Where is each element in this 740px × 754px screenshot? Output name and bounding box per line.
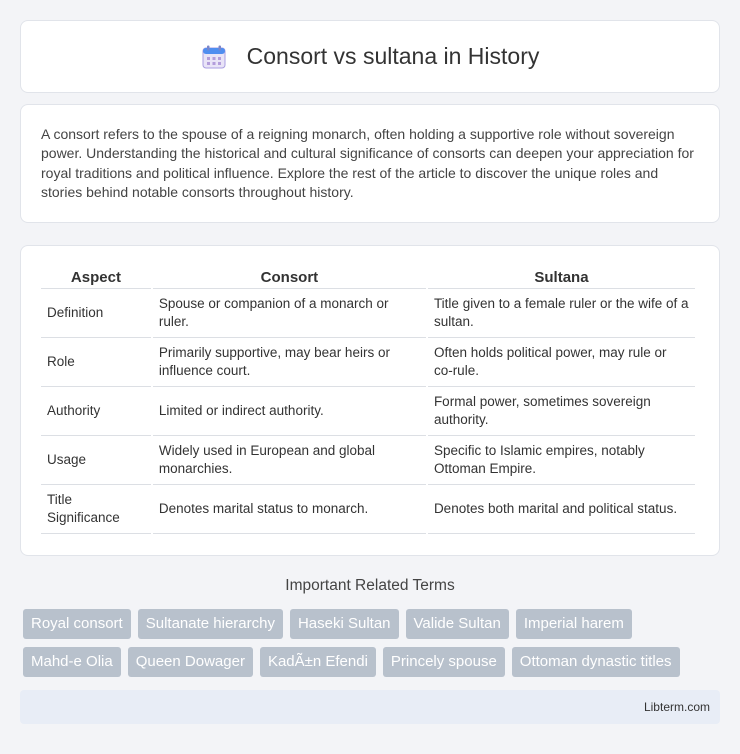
tag-link[interactable]: Haseki Sultan [289,609,399,639]
tag-link[interactable]: Sultanate hierarchy [137,609,283,639]
header-aspect: Aspect [41,264,151,289]
tag-link[interactable]: Queen Dowager [127,647,253,677]
table-cell: Spouse or companion of a monarch or rule… [152,289,426,338]
related-terms-title: Important Related Terms [285,577,455,594]
table-row: Usage Widely used in European and global… [41,436,695,485]
calendar-icon [202,45,226,68]
tag-link[interactable]: Princely spouse [382,647,505,677]
comparison-card: Aspect Consort Sultana Definition Spouse… [20,245,720,556]
footer: Libterm.com [20,690,720,724]
table-row: Definition Spouse or companion of a mona… [41,289,695,338]
header-consort: Consort [152,264,426,289]
table-cell: Limited or indirect authority. [152,387,426,436]
tag-link[interactable]: Royal consort [23,609,131,639]
table-cell: Usage [41,436,151,485]
tag-row: Mahd-e Olia Queen Dowager KadÃ±n Efendi … [23,647,723,677]
table-header-row: Aspect Consort Sultana [41,264,695,289]
title-card: Consort vs sultana in History [20,20,720,93]
table-cell: Primarily supportive, may bear heirs or … [152,338,426,387]
comparison-table: Aspect Consort Sultana Definition Spouse… [39,264,697,534]
tag-link[interactable]: Ottoman dynastic titles [511,647,680,677]
header-sultana: Sultana [427,264,695,289]
tag-link[interactable]: Mahd-e Olia [23,647,121,677]
table-cell: Definition [41,289,151,338]
page-title: Consort vs sultana in History [246,43,540,69]
intro-text: A consort refers to the spouse of a reig… [41,126,694,201]
table-cell: Widely used in European and global monar… [152,436,426,485]
table-cell: Role [41,338,151,387]
table-cell: Authority [41,387,151,436]
table-row: Authority Limited or indirect authority.… [41,387,695,436]
table-cell: Title given to a female ruler or the wif… [427,289,695,338]
intro-card: A consort refers to the spouse of a reig… [20,104,720,223]
table-row: Role Primarily supportive, may bear heir… [41,338,695,387]
tag-link[interactable]: Valide Sultan [405,609,509,639]
table-cell: Specific to Islamic empires, notably Ott… [427,436,695,485]
table-cell: Denotes both marital and political statu… [427,485,695,534]
table-row: Title Significance Denotes marital statu… [41,485,695,534]
tag-row: Royal consort Sultanate hierarchy Haseki… [23,609,723,639]
table-cell: Often holds political power, may rule or… [427,338,695,387]
footer-site-link[interactable]: Libterm.com [644,700,710,714]
related-terms: Royal consort Sultanate hierarchy Haseki… [23,609,723,685]
tag-link[interactable]: Imperial harem [515,609,632,639]
tag-link[interactable]: KadÃ±n Efendi [259,647,376,677]
table-cell: Denotes marital status to monarch. [152,485,426,534]
table-cell: Title Significance [41,485,151,534]
table-cell: Formal power, sometimes sovereign author… [427,387,695,436]
